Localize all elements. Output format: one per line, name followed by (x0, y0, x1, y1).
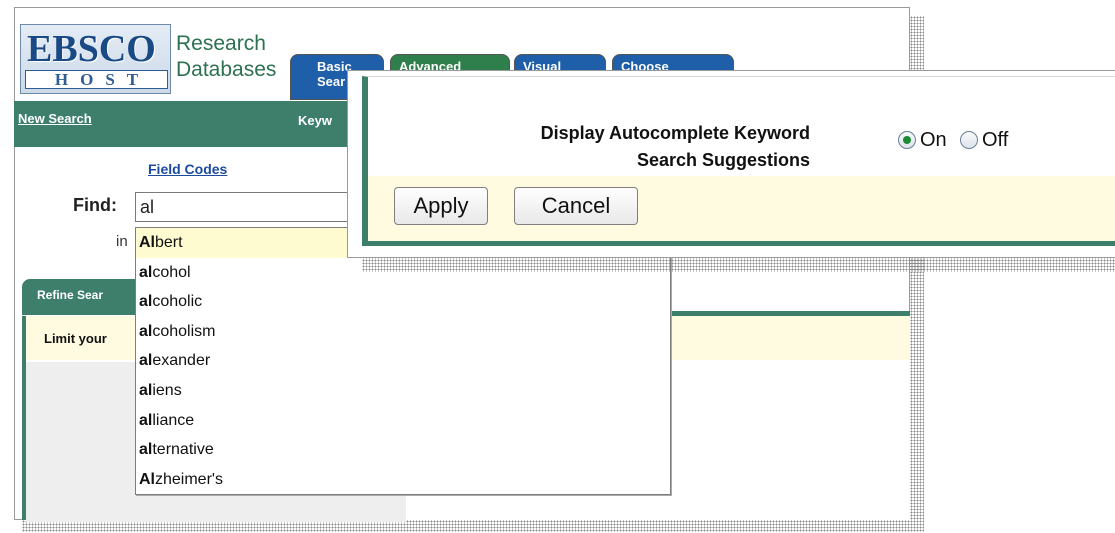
radio-off[interactable] (960, 131, 978, 149)
match-rest: iens (152, 381, 182, 399)
brand-research: Research (176, 32, 266, 55)
autocomplete-setting-label: Display Autocomplete Keyword Search Sugg… (450, 120, 810, 174)
field-codes-link[interactable]: Field Codes (148, 161, 227, 177)
match-prefix: al (139, 381, 153, 399)
in-label: in (116, 233, 128, 250)
match-prefix: Al (139, 234, 155, 251)
setting-label-line1: Display Autocomplete Keyword (540, 123, 810, 143)
autocomplete-settings-popup: Display Autocomplete Keyword Search Sugg… (347, 70, 1115, 258)
limit-results-label: Limit your (44, 331, 107, 346)
autocomplete-item[interactable]: Alzheimer's (136, 465, 670, 495)
match-prefix: al (139, 441, 153, 459)
brand-databases: Databases (176, 58, 277, 81)
match-prefix: al (139, 293, 153, 311)
new-search-link[interactable]: New Search (18, 111, 92, 126)
match-rest: liance (152, 411, 195, 429)
logo-host-text: HOST (25, 70, 168, 89)
match-rest: coholic (152, 293, 203, 311)
match-rest: cohol (152, 263, 191, 281)
setting-label-line2: Search Suggestions (636, 150, 810, 170)
autocomplete-item[interactable]: alliance (136, 406, 670, 436)
match-rest: ternative (152, 441, 214, 459)
autocomplete-item[interactable]: alternative (136, 435, 670, 465)
logo-ebsco-text: EBSCO (27, 28, 156, 70)
autocomplete-item[interactable]: alcoholic (136, 287, 670, 317)
radio-on[interactable] (898, 131, 916, 149)
ebscohost-logo: EBSCO HOST (20, 24, 171, 94)
radio-on-label[interactable]: On (920, 129, 947, 152)
cancel-button[interactable]: Cancel (514, 187, 638, 225)
match-prefix: Al (139, 470, 155, 488)
refine-search-title: Refine Sear (37, 288, 104, 302)
match-prefix: al (139, 263, 153, 281)
match-rest: coholism (152, 322, 216, 340)
popup-panel: Display Autocomplete Keyword Search Sugg… (362, 76, 1115, 246)
autocomplete-item[interactable]: alexander (136, 346, 670, 376)
match-rest: zheimer's (155, 470, 223, 488)
autocomplete-item[interactable]: alcoholism (136, 317, 670, 347)
match-prefix: al (139, 411, 153, 429)
match-prefix: al (139, 352, 153, 370)
autocomplete-item[interactable]: aliens (136, 376, 670, 406)
keyword-label: Keyw (298, 113, 332, 128)
match-prefix: al (139, 322, 153, 340)
match-rest: exander (152, 352, 211, 370)
match-rest: bert (155, 234, 183, 251)
apply-button[interactable]: Apply (394, 187, 488, 225)
popup-button-bar: Apply Cancel (368, 176, 1115, 241)
radio-off-label[interactable]: Off (982, 129, 1008, 152)
find-label: Find: (73, 195, 117, 215)
